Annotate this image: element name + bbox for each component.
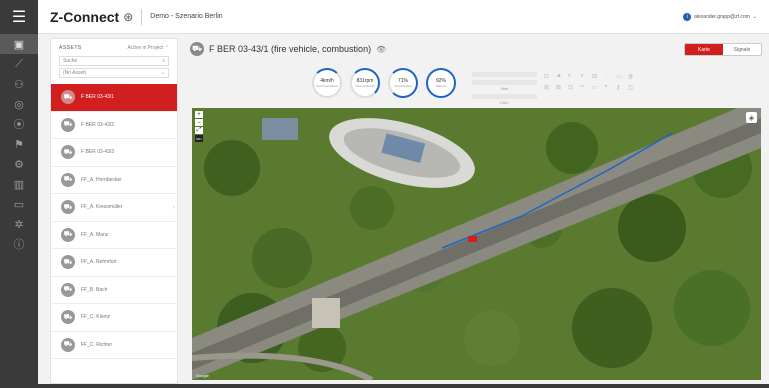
chevron-down-icon: ⌄ [160, 70, 165, 76]
assets-nav-icon[interactable]: ▣ [0, 34, 38, 54]
vehicle-avatar-icon: ⛟ [61, 227, 75, 242]
temp-icon: ◌ [604, 73, 608, 79]
asset-list-item[interactable]: ⛟ FF_A. Kressmüller [51, 194, 177, 222]
signals-view-button[interactable]: Signale [723, 44, 761, 55]
scenario-title[interactable]: Demo - Szenario Berlin [150, 13, 222, 20]
assets-panel: ASSETS Active in Project ⌃ Suche ⌕ (No A… [50, 38, 178, 384]
car-icon: ◓ [604, 84, 608, 90]
status-label: Fahrt [500, 101, 509, 105]
assets-title: ASSETS [59, 45, 82, 51]
asset-list-item[interactable]: ⛟ FF_A. Rehmfurt [51, 249, 177, 277]
people-nav-icon[interactable]: ⚇ [0, 74, 38, 94]
asset-list-item[interactable]: ⛟ FF_A. Manz [51, 222, 177, 249]
road-icon: ═ [580, 84, 585, 90]
warning-icon: ▲ [556, 73, 562, 79]
asset-list: ⛟ F BER 03-43/1 ⛟ F BER 03-43/2 ⛟ F BER 03-… [51, 84, 177, 359]
status-bar [472, 72, 537, 77]
asset-list-item[interactable]: ⛟ FF_C. Richter [51, 332, 177, 359]
chevron-down-icon: ⌄ [752, 14, 757, 20]
vehicle-avatar-icon: ⛟ [61, 310, 75, 325]
left-nav-bar: ☰ ▣ ⟋ ⚇ ◎ ⦿ ⚑ ⚙ ▥ ▭ ✲ ⓘ [0, 0, 38, 388]
vehicle-avatar-icon: ⛟ [61, 200, 75, 215]
engine-icon: ⊡ [544, 74, 550, 80]
divider [141, 8, 143, 25]
brand-logo-icon: ⊛ [123, 9, 134, 24]
settings-nav-icon[interactable]: ⚙ [0, 154, 38, 174]
vehicle-avatar-icon: ⛟ [61, 90, 75, 105]
screen-icon: ▭ [616, 74, 622, 80]
routes-nav-icon[interactable]: ⟋ [0, 54, 38, 74]
satellite-map[interactable]: + − ⤢ 50m ◈ Google [192, 108, 761, 380]
vehicle-avatar-icon: ⛟ [61, 117, 75, 132]
zoom-out-button[interactable]: − [195, 119, 203, 126]
zoom-in-button[interactable]: + [195, 111, 203, 118]
main-panel: ⛟ F BER 03-43/1 (fire vehicle, combustio… [186, 38, 769, 384]
status-bar [472, 94, 537, 99]
vehicle-avatar-icon: ⛟ [61, 282, 75, 297]
eye-icon[interactable]: 👁 [376, 45, 386, 54]
bottom-bar [0, 384, 769, 388]
view-toggle: Karte Signale [684, 43, 762, 56]
chart-nav-icon[interactable]: ▥ [0, 174, 38, 194]
asset-list-item[interactable]: ⛟ F BER 03-43/2 [51, 112, 177, 139]
vehicle-avatar-icon: ⛟ [61, 255, 75, 270]
gauges-row: 4km/h Geschwindigkeit 831rpm Motordrehzahl… [312, 68, 456, 98]
vehicle-icon: ⛟ [190, 42, 204, 56]
vehicle-header: ⛟ F BER 03-43/1 (fire vehicle, combustio… [190, 42, 386, 56]
monitor-nav-icon[interactable]: ▭ [0, 194, 38, 214]
fullscreen-button[interactable]: ⤢ [195, 127, 203, 134]
flag-nav-icon[interactable]: ⚑ [0, 134, 38, 154]
menu-icon[interactable]: ☰ [0, 0, 38, 34]
tire-icon: ⊠ [556, 85, 562, 91]
location-nav-icon[interactable]: ⦿ [0, 114, 38, 134]
signal-icons: ⊡ ▲ ◐ ◑ ⊟ ◌ ▭ ◍ ⊞ ⊠ ⊡ ═ ▭ ◓ ⚷ ◫ [544, 73, 638, 91]
vehicle-avatar-icon: ⛟ [61, 337, 75, 352]
user-avatar-icon: i [683, 13, 692, 21]
light-icon: ◑ [580, 73, 584, 79]
asset-filter-select[interactable]: (No Asset) ⌄ [59, 68, 169, 78]
speed-gauge: 4km/h Geschwindigkeit [312, 68, 342, 98]
search-icon: ⌕ [162, 58, 165, 64]
map-zoom-controls: + − ⤢ 50m [195, 111, 203, 142]
battery-gauge: 92% Batterie [426, 68, 456, 98]
fuel-gauge: 71% Tankfüllstand [388, 68, 418, 98]
app-brand: Z-Connect [50, 8, 120, 25]
collapse-panel-icon[interactable]: ‹ [173, 205, 175, 211]
top-bar: Z-Connect ⊛ Demo - Szenario Berlin i ale… [38, 0, 769, 34]
asset-list-item[interactable]: ⛟ FF_B. Bach [51, 277, 177, 304]
search-input[interactable]: Suche ⌕ [59, 56, 169, 66]
gear-nav-icon[interactable]: ✲ [0, 214, 38, 234]
map-canvas [192, 108, 761, 380]
fuel-icon: ⊡ [568, 85, 574, 91]
key-icon: ⚷ [616, 85, 621, 91]
camera-icon: ◫ [628, 85, 634, 91]
user-email: alexander.grupp@zf.com [694, 14, 750, 20]
info-nav-icon[interactable]: ⓘ [0, 234, 38, 254]
layers-icon[interactable]: ◈ [746, 112, 757, 123]
asset-list-item[interactable]: ⛟ FF_C. Klemz [51, 304, 177, 332]
map-scale: 50m [195, 135, 203, 142]
signal-icon: ◍ [628, 74, 634, 80]
brake-icon: ⊞ [544, 85, 550, 91]
asset-list-item[interactable]: ⛟ F BER 03-43/3 [51, 139, 177, 167]
status-bar [472, 80, 537, 85]
oil-icon: ◐ [568, 73, 572, 79]
vehicle-avatar-icon: ⛟ [61, 172, 75, 187]
map-attribution: Google [196, 373, 209, 378]
asset-list-item[interactable]: ⛟ F BER 03-43/1 [51, 84, 177, 112]
status-bars: Wert Fahrt [472, 72, 537, 105]
vehicle-avatar-icon: ⛟ [61, 145, 75, 160]
vehicle-marker-icon[interactable] [468, 236, 477, 242]
user-menu[interactable]: i alexander.grupp@zf.com ⌄ [683, 13, 757, 21]
rpm-gauge: 831rpm Motordrehzahl [350, 68, 380, 98]
map-view-button[interactable]: Karte [685, 44, 723, 55]
target-nav-icon[interactable]: ◎ [0, 94, 38, 114]
vehicle-title: F BER 03-43/1 (fire vehicle, combustion) [209, 44, 372, 54]
asset-list-item[interactable]: ⛟ FF_A. Hornbecker [51, 167, 177, 194]
assets-sort[interactable]: Active in Project ⌃ [128, 45, 169, 51]
status-label: Wert [500, 87, 509, 91]
battery-icon: ▭ [592, 85, 598, 91]
door-icon: ⊟ [592, 74, 598, 80]
